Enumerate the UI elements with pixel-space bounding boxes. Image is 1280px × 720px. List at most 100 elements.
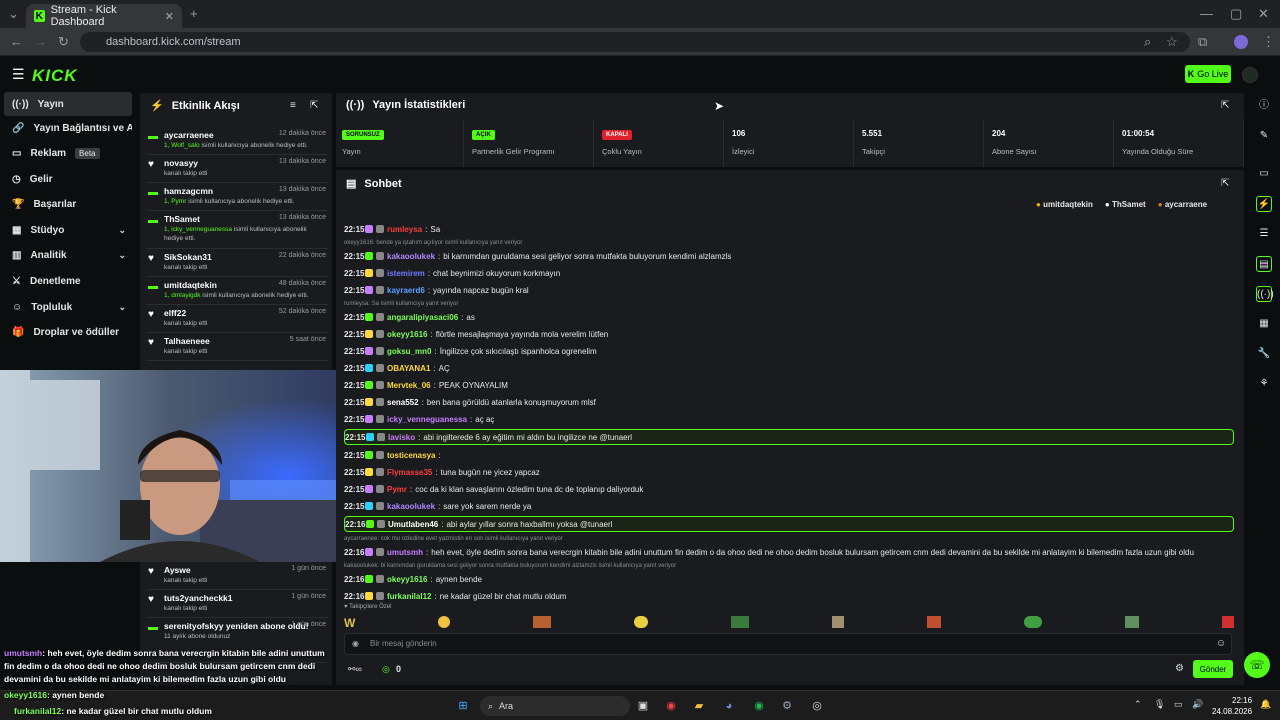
activity-toggle-icon[interactable]: ⚡ [1256,196,1272,212]
url-input[interactable]: dashboard.kick.com/stream [80,32,1190,52]
chat-message[interactable]: 22:15 goksu_mn0: İngilizce çok sıkıcılaş… [344,344,1234,358]
sidebar-item-stream-key[interactable]: 🔗 Yayın Bağlantısı ve Anahtar [4,116,132,140]
emote-icon[interactable] [1024,616,1042,628]
chat-message[interactable]: 22:16 umutsmh: heh evet, öyle dedim sonr… [344,545,1234,559]
obs-icon[interactable]: ◎ [808,697,826,715]
message-user[interactable]: icky_venneguanessa [387,415,467,424]
kick-logo[interactable]: KICK [32,66,78,86]
close-window-icon[interactable]: ✕ [1258,0,1269,28]
emote-icon[interactable] [927,616,942,628]
chat-message[interactable]: 22:15 Mervtek_06: PEAK OYNAYALIM [344,378,1234,392]
integrations-icon[interactable]: ⚘ [1256,376,1272,392]
reload-icon[interactable]: ↻ [58,28,69,56]
forward-icon[interactable]: → [34,28,47,56]
chat-message[interactable]: 22:15 istemirem: chat beynimizi okuyorum… [344,266,1234,280]
close-tab-icon[interactable]: ✕ [165,10,174,23]
sidebar-item-revenue[interactable]: ◷ Gelir [4,167,132,191]
chat-shield-icon[interactable]: ◉ [352,639,359,648]
volume-icon[interactable]: 🔊 [1192,699,1203,710]
sidebar-item-drops[interactable]: 🎁 Droplar ve ödüller [4,320,132,344]
emote-icon[interactable] [832,616,845,628]
sidebar-item-ads[interactable]: ▭ Reklam Beta [4,141,132,165]
popout-icon[interactable]: ⇱ [1221,100,1229,111]
message-user[interactable]: goksu_mn0 [387,347,431,356]
popout-icon[interactable]: ⇱ [310,100,318,111]
share-icon[interactable]: ⚯∞ [348,664,362,675]
network-icon[interactable]: ▭ [1174,699,1183,710]
maximize-icon[interactable]: ▢ [1230,0,1242,28]
video-icon[interactable]: ▭ [1256,166,1272,182]
message-user[interactable]: furkanilal12 [387,592,431,601]
message-user[interactable]: rumleysa [387,225,422,234]
chat-toggle-icon[interactable]: ▤ [1256,256,1272,272]
message-user[interactable]: okeyy1616 [387,330,427,339]
sidebar-item-community[interactable]: ☺ Topluluk ⌄ [4,295,132,319]
sidebar-item-moderation[interactable]: ⚔ Denetleme [4,269,132,293]
popout-icon[interactable]: ⇱ [1221,178,1229,189]
start-icon[interactable]: ⊞ [454,697,472,715]
message-user[interactable]: angaralipiyasaci06 [387,313,458,322]
tools-icon[interactable]: 🔧 [1256,346,1272,362]
go-live-button[interactable]: K Go Live [1185,65,1231,83]
gifter-2[interactable]: ● ThSamet [1105,200,1146,209]
message-user[interactable]: Flymasse35 [387,468,432,477]
filter-icon[interactable]: ≡ [290,100,296,111]
browser-tab[interactable]: K Stream - Kick Dashboard ✕ [26,4,182,28]
user-avatar[interactable] [1242,67,1258,83]
chat-message[interactable]: 22:15 kakaoolukek: sare yok sarem nerde … [344,499,1234,513]
message-user[interactable]: istemirem [387,269,425,278]
emote-icon[interactable] [1221,616,1234,628]
emoji-picker-icon[interactable]: ☺ [1216,638,1226,649]
message-user[interactable]: lavisko [388,433,415,442]
task-view-icon[interactable]: ▣ [634,697,652,715]
spotify-icon[interactable]: ◉ [750,697,768,715]
gifter-3[interactable]: ● aycarraene [1158,200,1207,209]
emote-icon[interactable] [1124,616,1139,628]
chat-message[interactable]: 22:15 Pymr: coc da ki klan savaşlarını ö… [344,482,1234,496]
message-user[interactable]: umutsmh [387,548,423,557]
emote-w-icon[interactable]: W [344,616,355,630]
chat-message[interactable]: 22:16 okeyy1616: aynen bende [344,572,1234,586]
steam-icon[interactable]: ⚙ [778,697,796,715]
emote-icon[interactable] [438,616,451,628]
emote-icon[interactable] [634,616,649,628]
taskbar-clock[interactable]: 22:16 24.08.2026 [1212,695,1252,717]
message-user[interactable]: Umutlaben46 [388,520,438,529]
sidebar-item-studio[interactable]: ▦ Stüdyo ⌄ [4,218,132,242]
extensions-icon[interactable]: ⧉ [1198,28,1207,56]
gifter-1[interactable]: ● umitdaqtekin [1036,200,1093,209]
edit-icon[interactable]: ✎ [1256,128,1272,144]
taskbar-search[interactable]: ⌕ Ara [480,696,630,716]
info-icon[interactable]: ⓘ [1256,98,1272,114]
chat-message[interactable]: 22:15 angaralipiyasaci06: as [344,310,1234,324]
emote-icon[interactable] [731,616,750,628]
chat-message-input[interactable]: Bir mesaj gönderin [344,633,1232,655]
zoom-icon[interactable]: ⌕ [1144,28,1151,56]
stats-toggle-icon[interactable]: ((·)) [1256,286,1274,302]
chat-message[interactable]: 22:15 tosticenasya: [344,448,1234,462]
message-user[interactable]: OBAYANA1 [387,364,430,373]
profile-avatar[interactable] [1234,35,1248,49]
message-user[interactable]: okeyy1616 [387,575,427,584]
message-user[interactable]: kayraerd6 [387,286,425,295]
chat-message[interactable]: 22:15 OBAYANA1: AÇ [344,361,1234,375]
sidebar-item-achievements[interactable]: 🏆 Başarılar [4,192,132,216]
back-icon[interactable]: ← [10,28,23,56]
notification-icon[interactable]: 🔔 [1260,699,1271,710]
message-user[interactable]: tosticenasya [387,451,435,460]
browser-menu-icon[interactable]: ⋮ [1262,28,1275,56]
discord-icon[interactable]: ◕ [720,697,738,715]
chrome-icon[interactable]: ◉ [662,697,680,715]
chat-message[interactable]: 22:15 okeyy1616: flörtle mesajlaşmaya ya… [344,327,1234,341]
message-user[interactable]: Mervtek_06 [387,381,431,390]
layout-icon[interactable]: ▦ [1256,316,1272,332]
sidebar-item-stream[interactable]: ((·)) Yayın [4,92,132,116]
help-chat-button[interactable]: ☏ [1244,652,1270,678]
minimize-icon[interactable]: — [1200,0,1213,28]
message-user[interactable]: kakaoolukek [387,252,435,261]
send-button[interactable]: Gönder [1193,660,1233,678]
message-user[interactable]: Pymr [387,485,407,494]
chat-message[interactable]: 22:15 kakaoolukek: bi karnımdan guruldam… [344,249,1234,263]
new-tab-icon[interactable]: + [190,0,198,28]
tray-chevron-icon[interactable]: ⌃ [1134,699,1142,710]
